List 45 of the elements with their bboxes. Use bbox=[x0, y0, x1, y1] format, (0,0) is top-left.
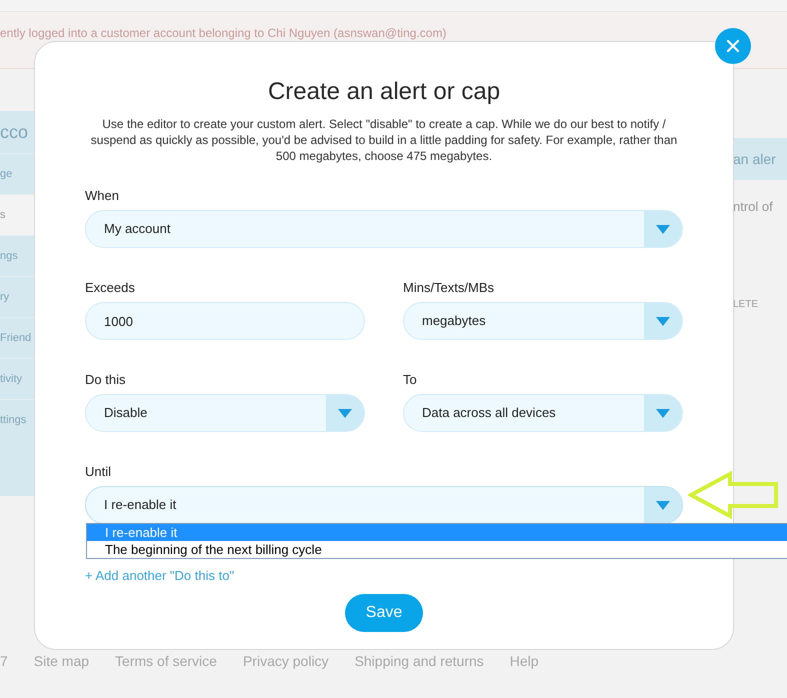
footer-link[interactable]: 7 bbox=[0, 651, 8, 672]
footer-link[interactable]: Site map bbox=[34, 651, 90, 672]
caret-icon bbox=[656, 408, 670, 418]
banner-text: ently logged into a customer account belonging to Chi Nguyen (asnswan@ting.com) bbox=[0, 26, 446, 40]
caret-icon bbox=[656, 500, 670, 510]
caret-icon bbox=[338, 408, 352, 418]
field-label: To bbox=[403, 371, 418, 386]
field-label: Exceeds bbox=[85, 279, 136, 294]
dropdown-toggle[interactable] bbox=[644, 487, 682, 523]
select-value: megabytes bbox=[421, 312, 487, 330]
caret-icon bbox=[656, 316, 670, 326]
save-button[interactable]: Save bbox=[344, 594, 424, 632]
dialog-title: Create an alert or cap bbox=[268, 77, 500, 107]
panel-heading: an aler bbox=[733, 138, 787, 180]
panel-text: ntrol of bbox=[733, 198, 774, 216]
select-value: My account bbox=[103, 220, 172, 238]
sidebar-heading: cco bbox=[0, 120, 30, 144]
input-field[interactable]: 1000 bbox=[85, 302, 365, 340]
dialog-description: Use the editor to create your custom alert. Select "disable" to create a cap. While we do our best to notify / suspend as quickly as possible, you'd be advised to build in a little padding for safety. For example, rather than 500 megabytes, choose 475 megabytes. bbox=[90, 116, 678, 164]
footer-link[interactable]: Help bbox=[510, 651, 539, 672]
select-value: Disable bbox=[103, 404, 148, 422]
select-field[interactable]: Data across all devices bbox=[403, 394, 683, 432]
select-field[interactable]: megabytes bbox=[403, 302, 683, 340]
field-label: Mins/Texts/MBs bbox=[403, 279, 496, 294]
dropdown-option[interactable]: I re-enable it bbox=[87, 524, 787, 541]
field-label: Do this bbox=[85, 371, 126, 386]
dropdown-toggle[interactable] bbox=[644, 395, 682, 431]
field-label: Until bbox=[85, 463, 112, 478]
arrow-icon bbox=[688, 471, 780, 519]
field-label: When bbox=[85, 187, 120, 202]
footer-link[interactable]: Privacy policy bbox=[242, 651, 329, 672]
column-header: LETE bbox=[733, 298, 760, 312]
select-field[interactable]: Disable bbox=[85, 394, 365, 432]
dropdown-toggle[interactable] bbox=[644, 211, 682, 247]
select-value: I re-enable it bbox=[103, 496, 178, 514]
select-field[interactable]: My account bbox=[85, 210, 683, 248]
select-value: Data across all devices bbox=[421, 404, 557, 422]
footer-link[interactable]: Shipping and returns bbox=[354, 651, 484, 672]
add-link[interactable]: + Add another "Do this to" bbox=[85, 568, 234, 583]
footer-link[interactable]: Terms of service bbox=[115, 651, 217, 672]
sidebar-item[interactable]: s bbox=[0, 194, 34, 235]
dropdown-toggle[interactable] bbox=[644, 303, 682, 339]
dropdown-toggle[interactable] bbox=[326, 395, 364, 431]
close-icon bbox=[726, 39, 740, 53]
caret-icon bbox=[656, 224, 670, 234]
